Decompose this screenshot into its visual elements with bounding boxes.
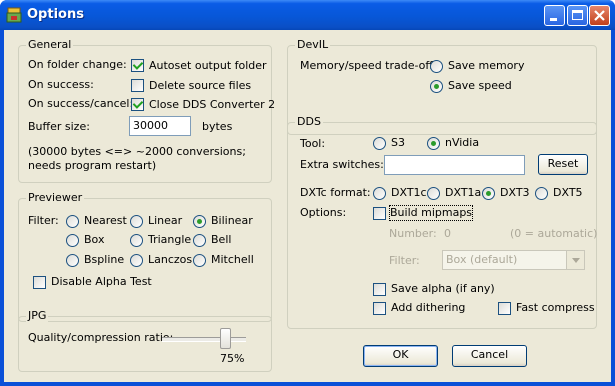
filter-bell-radio[interactable] xyxy=(193,234,206,247)
format-dxt3-label[interactable]: DXT3 xyxy=(500,186,530,200)
build-mipmaps-label[interactable]: Build mipmaps xyxy=(388,205,474,221)
format-dxt1c-radio[interactable] xyxy=(373,187,386,200)
window-title: Options xyxy=(27,7,84,22)
buffer-note-line2: needs program restart) xyxy=(28,159,157,172)
title-bar[interactable]: Options xyxy=(0,0,615,30)
format-dxt5-label[interactable]: DXT5 xyxy=(553,186,583,200)
format-dxt1a-label[interactable]: DXT1a xyxy=(445,186,481,200)
quality-value: 75% xyxy=(220,352,245,365)
save-memory-radio[interactable] xyxy=(430,60,443,73)
dialog-body: General On folder change: Autoset output… xyxy=(4,30,611,382)
mipmap-filter-label: Filter: xyxy=(389,254,420,267)
format-dxt1a-radio[interactable] xyxy=(427,187,440,200)
mipmap-number-hint: (0 = automatic) xyxy=(510,227,598,240)
quality-slider-thumb[interactable] xyxy=(219,328,231,349)
dds-group: DDS Tool: S3 nVidia Extra switches: Rese… xyxy=(287,115,598,329)
filter-mitchell-label[interactable]: Mitchell xyxy=(211,253,254,267)
filter-box-radio[interactable] xyxy=(66,234,79,247)
disable-alpha-checkbox[interactable] xyxy=(33,276,46,289)
filter-lanczos-radio[interactable] xyxy=(130,254,143,267)
tool-s3-radio[interactable] xyxy=(373,137,386,150)
success-label: On success: xyxy=(28,78,94,91)
extra-switches-label: Extra switches: xyxy=(300,158,384,171)
dds-legend: DDS xyxy=(295,115,323,129)
tool-label: Tool: xyxy=(300,137,326,150)
format-dxt1c-label[interactable]: DXT1c xyxy=(391,186,427,200)
buffer-size-input[interactable]: 30000 xyxy=(129,116,191,136)
general-legend: General xyxy=(26,38,74,52)
mipmap-filter-value: Box (default) xyxy=(446,253,518,266)
mipmap-number-label: Number: xyxy=(389,227,437,240)
save-alpha-checkbox[interactable] xyxy=(373,283,386,296)
filter-nearest-label[interactable]: Nearest xyxy=(84,214,127,228)
autoset-label[interactable]: Autoset output folder xyxy=(149,59,267,73)
previewer-group: Previewer Filter: Nearest Linear Bilinea… xyxy=(18,191,272,322)
maximize-icon xyxy=(572,10,583,20)
close-icon xyxy=(594,10,605,21)
options-label: Options: xyxy=(300,206,347,219)
fast-compress-label[interactable]: Fast compress xyxy=(516,301,595,315)
build-mipmaps-checkbox[interactable] xyxy=(373,207,386,220)
chevron-down-icon xyxy=(566,251,584,269)
jpg-legend: JPG xyxy=(26,309,49,323)
mipmap-number-value[interactable]: 0 xyxy=(444,227,451,241)
filter-bspline-label[interactable]: Bspline xyxy=(84,253,124,267)
app-icon xyxy=(6,7,22,23)
close-converter-checkbox[interactable] xyxy=(131,98,144,111)
filter-linear-radio[interactable] xyxy=(130,215,143,228)
filter-bilinear-radio[interactable] xyxy=(193,215,206,228)
filter-linear-label[interactable]: Linear xyxy=(148,214,182,228)
save-speed-label[interactable]: Save speed xyxy=(448,79,512,93)
filter-lanczos-label[interactable]: Lanczos xyxy=(148,253,192,267)
success-cancel-label: On success/cancel: xyxy=(28,97,134,110)
filter-triangle-label[interactable]: Triangle xyxy=(148,233,191,247)
mipmap-filter-select[interactable]: Box (default) xyxy=(442,250,585,270)
general-group: General On folder change: Autoset output… xyxy=(18,38,275,183)
options-window: Options General On folder change: Autose… xyxy=(0,0,615,386)
filter-bspline-radio[interactable] xyxy=(66,254,79,267)
tool-s3-label[interactable]: S3 xyxy=(391,136,405,150)
filter-nearest-radio[interactable] xyxy=(66,215,79,228)
save-speed-radio[interactable] xyxy=(430,80,443,93)
cancel-button[interactable]: Cancel xyxy=(452,345,527,367)
maximize-button[interactable] xyxy=(567,5,588,26)
save-alpha-label[interactable]: Save alpha (if any) xyxy=(391,282,495,296)
autoset-checkbox[interactable] xyxy=(131,59,144,72)
format-dxt5-radio[interactable] xyxy=(535,187,548,200)
tool-nvidia-radio[interactable] xyxy=(427,137,440,150)
reset-button[interactable]: Reset xyxy=(538,154,588,175)
add-dithering-label[interactable]: Add dithering xyxy=(391,301,465,315)
dxtc-format-label: DXTc format: xyxy=(300,186,371,199)
tool-nvidia-label[interactable]: nVidia xyxy=(445,136,479,150)
devil-legend: DevIL xyxy=(295,38,331,52)
disable-alpha-label[interactable]: Disable Alpha Test xyxy=(51,275,152,289)
filter-bilinear-label[interactable]: Bilinear xyxy=(211,214,253,228)
previewer-filter-label: Filter: xyxy=(28,214,59,227)
delete-source-checkbox[interactable] xyxy=(131,79,144,92)
close-button[interactable] xyxy=(589,5,610,26)
ok-button[interactable]: OK xyxy=(363,345,438,367)
buffer-unit-label: bytes xyxy=(202,120,233,133)
filter-box-label[interactable]: Box xyxy=(84,233,104,247)
fast-compress-checkbox[interactable] xyxy=(498,302,511,315)
save-memory-label[interactable]: Save memory xyxy=(448,59,524,73)
previewer-legend: Previewer xyxy=(26,191,85,205)
format-dxt3-radio[interactable] xyxy=(482,187,495,200)
extra-switches-input[interactable] xyxy=(384,155,525,175)
close-converter-label[interactable]: Close DDS Converter 2 xyxy=(149,98,275,112)
minimize-icon xyxy=(550,18,557,21)
buffer-note-line1: (30000 bytes <=> ~2000 conversions; xyxy=(28,145,246,158)
jpg-group: JPG Quality/compression ratio: 75% xyxy=(18,309,272,372)
delete-source-label[interactable]: Delete source files xyxy=(149,79,251,93)
minimize-button[interactable] xyxy=(544,5,565,26)
tradeoff-label: Memory/speed trade-off: xyxy=(300,59,437,72)
quality-slider-track[interactable] xyxy=(162,337,246,342)
quality-label: Quality/compression ratio: xyxy=(28,331,174,344)
add-dithering-checkbox[interactable] xyxy=(373,302,386,315)
filter-mitchell-radio[interactable] xyxy=(193,254,206,267)
folder-change-label: On folder change: xyxy=(28,58,127,71)
buffer-size-label: Buffer size: xyxy=(28,120,90,133)
filter-triangle-radio[interactable] xyxy=(130,234,143,247)
filter-bell-label[interactable]: Bell xyxy=(211,233,231,247)
